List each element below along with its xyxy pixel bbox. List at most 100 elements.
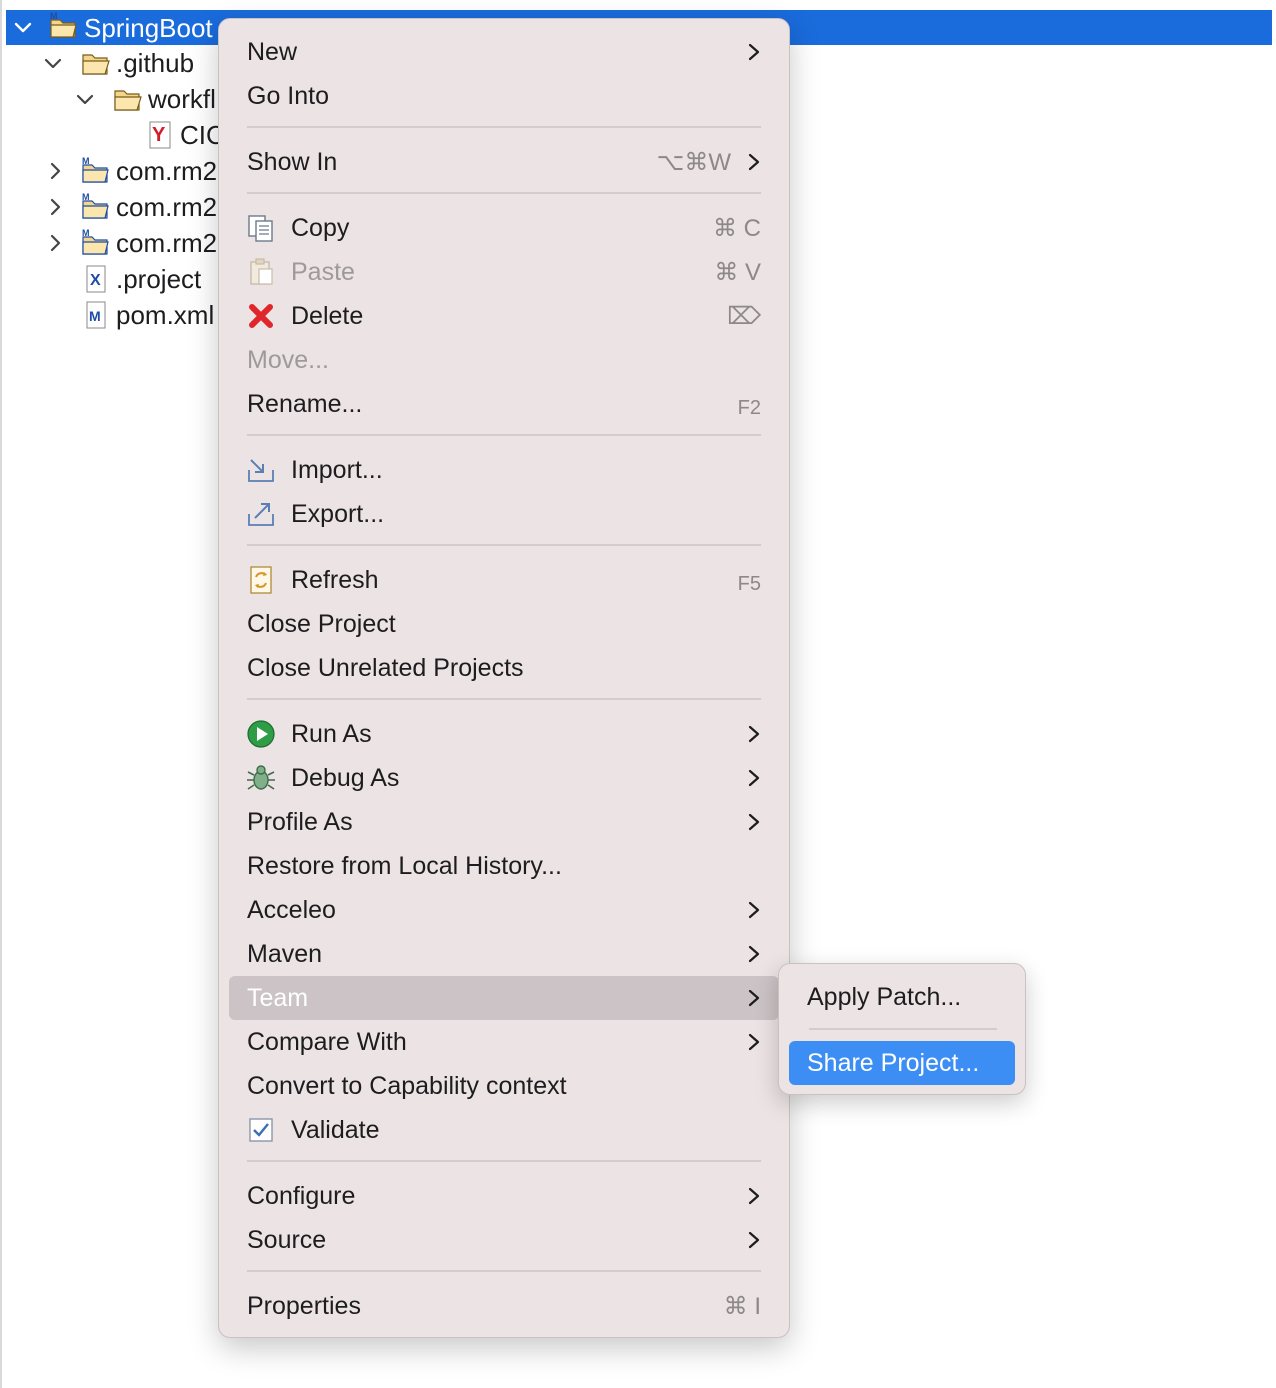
tree-item-label: com.rm2 [116,192,218,222]
chevron-down-icon[interactable] [74,88,96,110]
delete-icon [245,300,277,332]
xml-file-icon: X [80,263,112,295]
svg-text:X: X [90,272,101,289]
shortcut-label: ⌦ [727,303,761,330]
menu-item-label: Export... [291,500,385,528]
menu-item-label: Debug As [291,764,400,792]
menu-item-convert-capability[interactable]: Convert to Capability context [229,1064,779,1108]
chevron-right-icon [747,768,761,788]
chevron-right-icon [747,900,761,920]
menu-item-label: Profile As [247,808,353,836]
svg-text:M: M [82,192,90,202]
tree-item-label: com.rm2 [116,156,218,186]
menu-item-import[interactable]: Import... [229,448,779,492]
menu-item-validate[interactable]: Validate [229,1108,779,1152]
submenu-item-share-project[interactable]: Share Project... [789,1041,1015,1085]
menu-item-label: Validate [291,1116,380,1144]
chevron-down-icon[interactable] [12,16,34,38]
menu-item-label: Import... [291,456,383,484]
svg-text:M: M [82,156,90,166]
chevron-right-icon [747,1186,761,1206]
menu-item-maven[interactable]: Maven [229,932,779,976]
menu-item-configure[interactable]: Configure [229,1174,779,1218]
menu-separator [247,698,761,700]
menu-item-label: Close Unrelated Projects [247,654,524,682]
menu-item-restore-local-history[interactable]: Restore from Local History... [229,844,779,888]
chevron-right-icon [747,1032,761,1052]
shortcut-label: F5 [737,573,761,595]
menu-item-label: Paste [291,258,355,286]
menu-item-compare-with[interactable]: Compare With [229,1020,779,1064]
left-border [0,0,2,1388]
menu-item-label: Configure [247,1182,356,1210]
menu-item-label: Properties [247,1292,361,1320]
menu-item-label: Close Project [247,610,396,638]
menu-item-new[interactable]: New [229,30,779,74]
tree-item-label: .github [116,48,195,78]
menu-item-label: New [247,38,298,66]
chevron-right-icon[interactable] [44,196,66,218]
maven-module-folder-icon: M [80,227,112,259]
menu-item-team[interactable]: Team [229,976,779,1020]
menu-separator [809,1028,997,1030]
menu-separator [247,1270,761,1272]
svg-text:M: M [89,308,101,324]
menu-item-show-in[interactable]: Show In ⌥⌘W [229,140,779,184]
shortcut-label: ⌘ V [714,259,761,286]
tree-item-label: pom.xml [116,300,215,330]
menu-item-go-into[interactable]: Go Into [229,74,779,118]
menu-item-label: Copy [291,214,350,242]
menu-item-label: Apply Patch... [807,983,962,1011]
submenu-item-apply-patch[interactable]: Apply Patch... [789,975,1015,1019]
menu-item-label: Team [247,984,309,1012]
folder-open-icon [112,83,144,115]
svg-text:M: M [82,228,90,238]
refresh-icon [245,564,277,596]
chevron-right-icon [747,1230,761,1250]
chevron-right-icon [747,724,761,744]
tree-item-label: SpringBoot [84,13,213,43]
menu-item-label: Run As [291,720,372,748]
chevron-right-icon [747,42,761,62]
chevron-right-icon[interactable] [44,160,66,182]
maven-module-folder-icon: M [80,191,112,223]
menu-item-source[interactable]: Source [229,1218,779,1262]
menu-separator [247,1160,761,1162]
shortcut-label: F2 [737,397,761,419]
menu-item-export[interactable]: Export... [229,492,779,536]
run-icon [245,718,277,750]
menu-item-profile-as[interactable]: Profile As [229,800,779,844]
chevron-down-icon[interactable] [42,52,64,74]
menu-item-debug-as[interactable]: Debug As [229,756,779,800]
menu-item-close-unrelated-projects[interactable]: Close Unrelated Projects [229,646,779,690]
chevron-right-icon[interactable] [44,232,66,254]
menu-item-label: Share Project... [807,1049,980,1077]
menu-item-label: Move... [247,346,329,374]
yaml-file-icon: Y [144,119,176,151]
menu-item-label: Restore from Local History... [247,852,562,880]
menu-item-refresh[interactable]: Refresh F5 [229,558,779,602]
menu-item-run-as[interactable]: Run As [229,712,779,756]
maven-project-folder-icon: M [48,10,80,42]
maven-pom-file-icon: M [80,299,112,331]
menu-item-properties[interactable]: Properties ⌘ I [229,1284,779,1328]
shortcut-label: ⌘ I [723,1293,761,1320]
svg-text:Y: Y [152,124,166,146]
import-icon [245,454,277,486]
menu-item-copy[interactable]: Copy ⌘ C [229,206,779,250]
menu-item-close-project[interactable]: Close Project [229,602,779,646]
menu-item-delete[interactable]: Delete ⌦ [229,294,779,338]
menu-item-acceleo[interactable]: Acceleo [229,888,779,932]
menu-item-label: Show In [247,148,338,176]
menu-separator [247,192,761,194]
tree-item-label: workfl [148,84,216,114]
tree-item-label: .project [116,264,202,294]
chevron-right-icon [747,812,761,832]
team-submenu: Apply Patch... Share Project... [778,963,1026,1095]
debug-bug-icon [245,762,277,794]
context-menu: New Go Into Show In ⌥⌘W Copy ⌘ C Paste ⌘… [218,18,790,1338]
menu-item-label: Go Into [247,82,329,110]
folder-open-icon [80,47,112,79]
menu-item-label: Source [247,1226,327,1254]
menu-item-rename[interactable]: Rename... F2 [229,382,779,426]
